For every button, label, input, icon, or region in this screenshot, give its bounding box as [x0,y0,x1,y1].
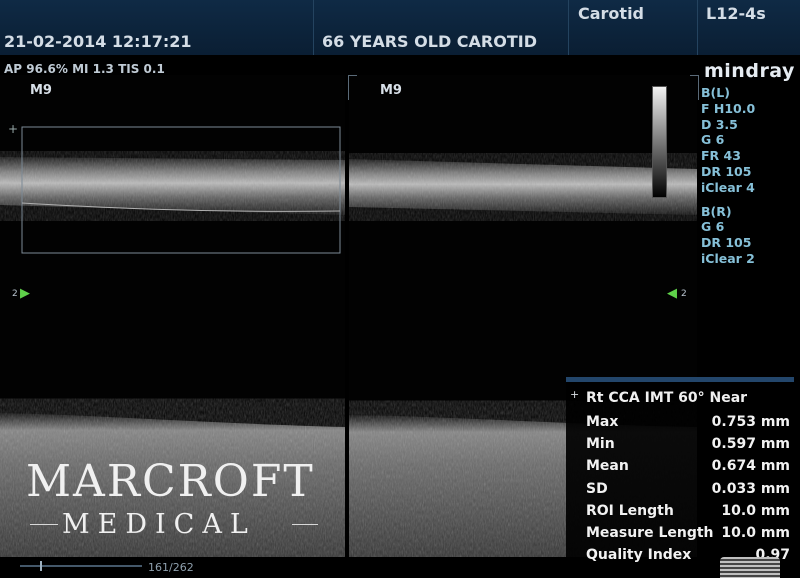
measurement-row: SD 0.033 mm [586,479,790,501]
imt-measurement-panel[interactable]: + Rt CCA IMT 60° Near Max 0.753 mm Min 0… [566,377,794,570]
header-divider [697,0,698,55]
left-focus-marker-icon[interactable]: ▶ [20,286,30,301]
measurement-row: Max 0.753 mm [586,412,790,434]
param-frequency: F H10.0 [701,100,756,116]
param-b-left: B(L) [701,85,730,100]
header-divider [568,0,569,55]
left-marker-label: 2 [12,289,18,299]
watermark-rule [30,524,58,525]
param-iclear: iClear 4 [701,179,755,195]
measurement-row: Min 0.597 mm [586,434,790,456]
measurement-label: ROI Length [586,503,674,519]
measurement-row: Measure Length 10.0 mm [586,523,790,545]
right-panel-bracket [348,75,357,100]
measurement-label: Max [586,414,619,430]
header-divider [313,0,314,55]
right-marker-label: 2 [681,289,687,299]
cine-scrubber-handle[interactable] [40,561,42,571]
left-mode-label: M9 [30,83,52,98]
measurement-label: Min [586,436,615,452]
measurement-label: SD [586,481,608,497]
right-mode-label: M9 [380,83,402,98]
param-frame-rate: FR 43 [701,148,741,164]
exam-type[interactable]: Carotid [578,4,644,23]
probe-name[interactable]: L12-4s [706,4,766,23]
exam-datetime: 21-02-2014 12:17:21 [4,32,192,51]
crosshair-icon: + [570,388,580,401]
param-gain-right: G 6 [701,219,725,235]
param-depth: D 3.5 [701,116,738,132]
watermark-rule [292,524,318,525]
grayscale-bar [652,86,667,198]
param-iclear-right: iClear 2 [701,250,755,266]
cine-frame-counter: 161/262 [148,561,194,574]
brand-logo: mindray [704,60,795,82]
measurement-row: Mean 0.674 mm [586,456,790,478]
watermark-medical: MEDICAL [62,509,256,540]
measurement-value: 10.0 mm [721,525,790,541]
imaging-parameters: B(L) F H10.0 D 3.5 G 6 FR 43 DR 105 iCle… [701,85,755,267]
measurement-value: 0.674 mm [711,458,790,474]
measurement-value: 0.033 mm [711,481,790,497]
param-b-right: B(R) [701,203,732,219]
measurement-value: 10.0 mm [721,503,790,519]
measurement-value: 0.597 mm [711,436,790,452]
acoustic-output: AP 96.6% MI 1.3 TIS 0.1 [4,62,165,76]
right-panel-bracket [690,75,699,100]
param-dynamic-range-right: DR 105 [701,235,752,251]
probe-orientation-icon [720,557,780,578]
right-focus-marker-icon[interactable]: ◀ [667,286,677,301]
measurement-label: Measure Length [586,525,714,541]
param-gain: G 6 [701,132,725,148]
measurement-label: Mean [586,458,629,474]
watermark-marcroft: MARCROFT [26,456,315,507]
cine-scrubber-track[interactable] [20,565,142,567]
measurement-row: ROI Length 10.0 mm [586,501,790,523]
measurement-value: 0.753 mm [711,414,790,430]
param-dynamic-range: DR 105 [701,163,752,179]
svg-text:+: + [8,122,18,136]
measurement-label: Quality Index [586,547,692,563]
measurement-title: Rt CCA IMT 60° Near [586,390,748,406]
patient-info: 66 YEARS OLD CAROTID [322,32,537,51]
